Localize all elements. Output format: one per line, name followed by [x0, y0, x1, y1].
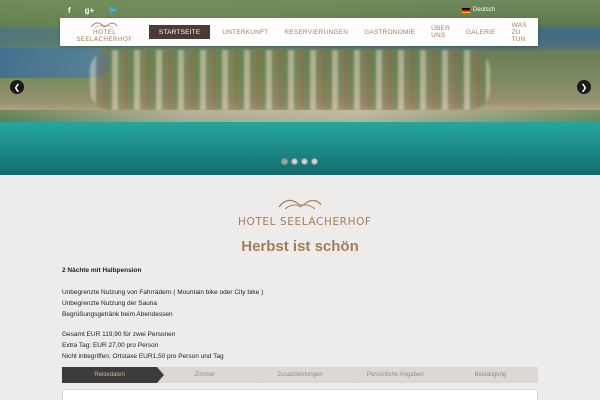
nav-item-unterkunft[interactable]: UNTERKUNFT: [214, 25, 276, 39]
slider-dot-1[interactable]: [281, 158, 288, 165]
nav-item-gastronomie[interactable]: GASTRONOMIE: [356, 25, 423, 39]
step-label: Bestätigung: [474, 372, 507, 378]
social-links: f g+ 🐦: [68, 6, 118, 15]
step-zusatzleistungen[interactable]: Zusatzleistungen: [252, 367, 355, 383]
facebook-icon[interactable]: f: [68, 6, 71, 15]
nav-item-was-zu-tun[interactable]: WAS ZU TUN: [504, 22, 538, 43]
step-reisedaten[interactable]: Reisedaten: [62, 367, 165, 383]
offer-description: 2 Nächte mit Halbpension Unbegrenzte Nut…: [62, 265, 263, 362]
hero-image-water: [0, 122, 600, 175]
slider-dot-3[interactable]: [301, 158, 308, 165]
slider-prev-button[interactable]: ❮: [10, 80, 24, 94]
page-headline: Herbst ist schön: [241, 238, 359, 255]
slider-next-button[interactable]: ❯: [577, 80, 591, 94]
content-logo-text: HOTEL SEELACHERHOF: [238, 216, 372, 228]
offer-price: Gesamt EUR 119,90 für zwei Personen: [62, 331, 176, 338]
german-flag-icon: [462, 7, 470, 13]
slider-dot-4[interactable]: [311, 158, 318, 165]
offer-title: 2 Nächte mit Halbpension: [62, 267, 142, 274]
booking-steps: Reisedaten Zimmer Zusatzleistungen Persö…: [62, 367, 539, 383]
site-logo[interactable]: HOTEL SEELACHERHOF: [60, 18, 149, 46]
step-zimmer[interactable]: Zimmer: [157, 367, 260, 383]
content-logo: HOTEL SEELACHERHOF: [238, 197, 372, 228]
step-label: Zimmer: [194, 372, 215, 378]
main-navbar: HOTEL SEELACHERHOF STARTSEITE UNTERKUNFT…: [60, 18, 538, 46]
offer-feature: Unbegrenzte Nutzung der Sauna: [62, 300, 158, 307]
slider-dots: [281, 158, 318, 165]
hero-image-town: [90, 50, 490, 110]
offer-price: Nicht inbegriffen: Ortstaxe EUR1,50 pro …: [62, 353, 224, 360]
hero-slider: f g+ 🐦 Deutsch HOTEL SEELACHERHOF STARTS…: [0, 0, 600, 175]
offer-feature: Unbegrenzte Nutzung von Fahrrädern ( Mou…: [62, 289, 264, 296]
step-bestaetigung[interactable]: Bestätigung: [442, 367, 539, 383]
nav-item-ueber-uns[interactable]: ÜBER UNS: [423, 25, 458, 39]
step-persoenliche-angaben[interactable]: Persönliche Angaben: [347, 367, 451, 383]
step-label: Persönliche Angaben: [366, 372, 424, 378]
nav-item-galerie[interactable]: GALERIE: [458, 25, 504, 39]
logo-text: HOTEL SEELACHERHOF: [76, 28, 133, 43]
offer-feature: Begrüßungsgetränk beim Abendessen: [62, 311, 173, 318]
language-selector[interactable]: Deutsch: [462, 7, 495, 13]
step-label: Reisedaten: [94, 372, 125, 378]
offer-price: Extra Tag: EUR 27,00 pro Person: [62, 342, 159, 349]
twitter-icon[interactable]: 🐦: [108, 6, 118, 15]
nav-item-reservierungen[interactable]: RESERVIERUNGEN: [276, 25, 356, 39]
language-label: Deutsch: [473, 7, 496, 13]
logo-swirl-icon: [278, 199, 322, 210]
google-plus-icon[interactable]: g+: [85, 6, 95, 15]
nav-item-startseite[interactable]: STARTSEITE: [148, 25, 211, 39]
step-label: Zusatzleistungen: [277, 372, 323, 378]
booking-form-panel: [62, 389, 538, 400]
nav-menu: STARTSEITE UNTERKUNFT RESERVIERUNGEN GAS…: [148, 22, 538, 43]
logo-line-2: SEELACHERHOF: [76, 34, 133, 43]
slider-dot-2[interactable]: [291, 158, 298, 165]
